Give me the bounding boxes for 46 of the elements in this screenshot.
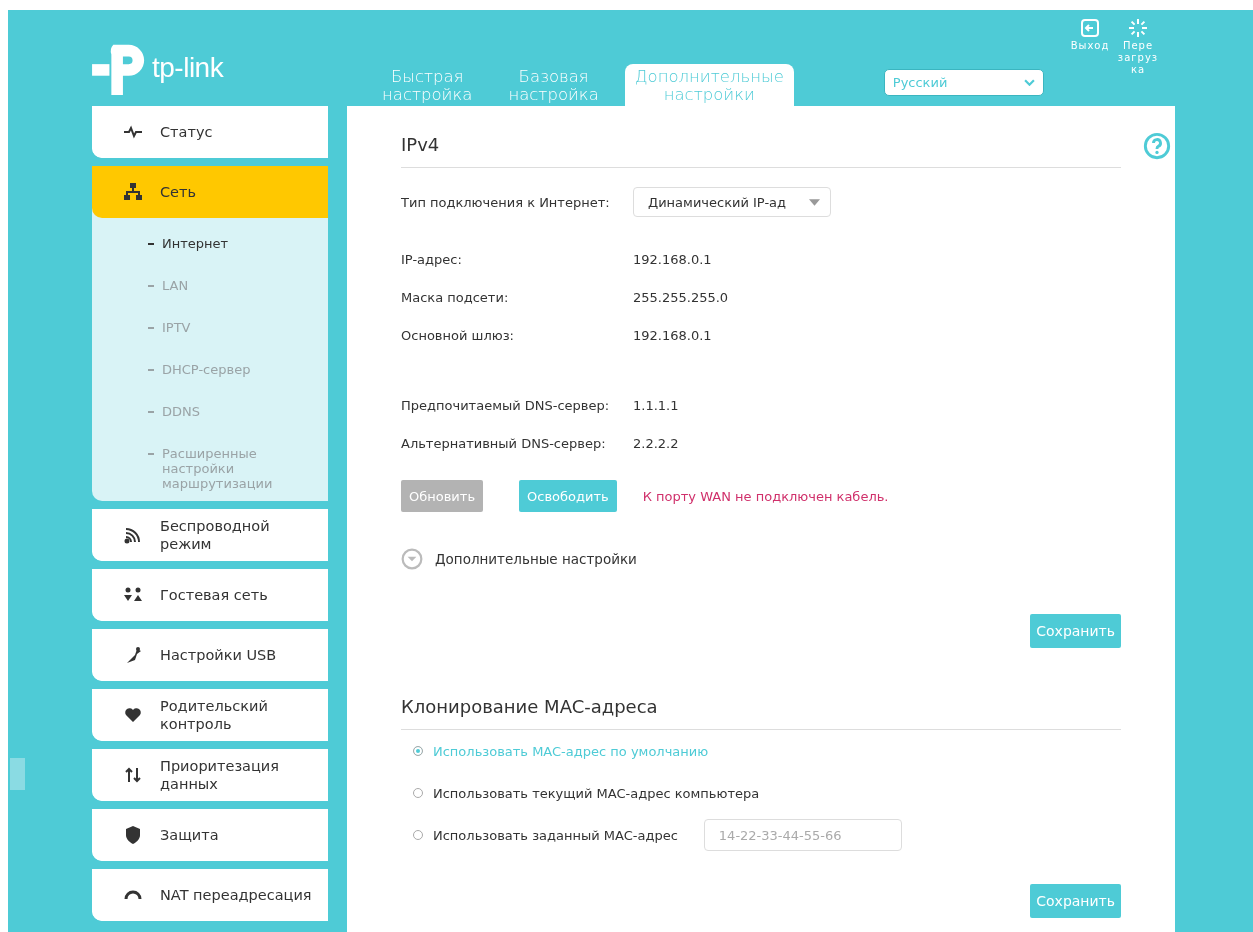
- field-label: Основной шлюз:: [401, 327, 515, 343]
- field-value: 1.1.1.1: [633, 397, 679, 413]
- header-action[interactable]: Пере загруз ка: [1118, 18, 1158, 76]
- submenu-item[interactable]: Интернет: [148, 236, 229, 251]
- chevron-down-icon: [1023, 79, 1035, 86]
- nav-tab[interactable]: Базовая настройка: [498, 64, 609, 106]
- field-label: Предпочитаемый DNS-сервер:: [401, 397, 611, 413]
- nav-tab[interactable]: Дополнительные настройки: [624, 64, 794, 106]
- error-message: К порту WAN не подключен кабель.: [642, 488, 889, 504]
- field-value: 2.2.2.2: [633, 435, 679, 451]
- save-button[interactable]: Сохранить: [1030, 884, 1121, 918]
- advanced-settings-toggle[interactable]: Дополнительные настройки: [401, 548, 637, 570]
- header-action[interactable]: Выход: [1070, 18, 1110, 76]
- mac-address-field[interactable]: 14-22-33-44-55-66: [703, 819, 902, 851]
- language-select[interactable]: Русский: [883, 69, 1044, 96]
- mac-option-radio[interactable]: Использовать заданный MAC-адрес: [413, 827, 678, 843]
- submenu-item[interactable]: DDNS: [148, 404, 200, 419]
- heart-icon: [122, 705, 144, 725]
- submenu-item[interactable]: IPTV: [148, 320, 191, 335]
- logout-icon: [1080, 18, 1100, 38]
- network-icon: [122, 182, 144, 202]
- submenu-item[interactable]: Расширенные настройки маршрутизации: [148, 446, 273, 491]
- save-button[interactable]: Сохранить: [1030, 614, 1121, 648]
- mac-option-radio[interactable]: Использовать текущий MAC-адрес компьютера: [413, 785, 760, 801]
- caret-icon: [809, 198, 820, 206]
- mac-option-radio[interactable]: Использовать MAC-адрес по умолчанию: [413, 743, 709, 759]
- field-value: 192.168.0.1: [633, 251, 712, 267]
- field-label: Тип подключения к Интернет:: [401, 194, 611, 210]
- section-title: Клонирование MAC-адреса: [401, 696, 1121, 730]
- field-value: 192.168.0.1: [633, 327, 712, 343]
- help-icon[interactable]: [1143, 132, 1171, 160]
- tp-link-logo: tp-link: [92, 42, 234, 94]
- field-label: Маска подсети:: [401, 289, 510, 305]
- field-label: IP-адрес:: [401, 251, 463, 267]
- sidebar-item[interactable]: Сеть: [92, 166, 328, 218]
- release-button[interactable]: Освободить: [519, 480, 617, 512]
- submenu-item[interactable]: DHCP-сервер: [148, 362, 251, 377]
- section-title: IPv4: [401, 134, 1121, 168]
- field-value: 255.255.255.0: [633, 289, 729, 305]
- nav-tab[interactable]: Быстрая настройка: [372, 64, 483, 106]
- field-label: Альтернативный DNS-сервер:: [401, 435, 607, 451]
- side-handle[interactable]: [10, 758, 25, 790]
- chevron-circle-icon: [401, 548, 423, 570]
- submenu-item[interactable]: LAN: [148, 278, 189, 293]
- connection-type-select[interactable]: Динамический IP-ад: [633, 187, 831, 217]
- spinner-icon: [1128, 18, 1148, 38]
